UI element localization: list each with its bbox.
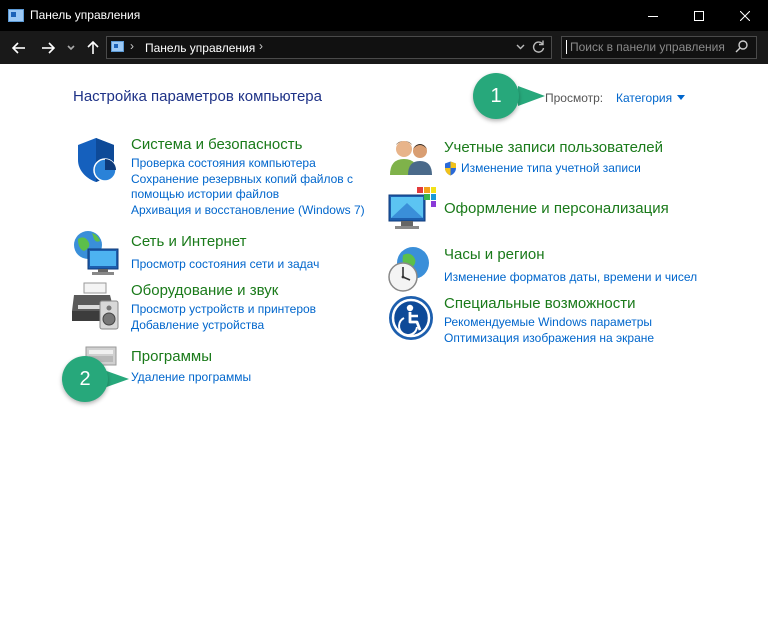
page-heading: Настройка параметров компьютера [73, 88, 322, 105]
category-title[interactable]: Сеть и Интернет [131, 233, 319, 250]
category-title[interactable]: Учетные записи пользователей [444, 139, 663, 156]
category-title[interactable]: Часы и регион [444, 246, 697, 263]
breadcrumb-control-panel[interactable]: Панель управления [145, 41, 255, 55]
category-link[interactable]: Изменение типа учетной записи [444, 161, 663, 177]
forward-arrow-icon [42, 41, 55, 54]
category-link[interactable]: Удаление программы [131, 370, 251, 386]
view-by-dropdown[interactable]: Категория [616, 91, 672, 105]
category-network-internet: Сеть и Интернет Просмотр состояния сети … [131, 233, 319, 273]
window-title: Панель управления [30, 8, 141, 22]
category-title[interactable]: Оборудование и звук [131, 282, 316, 299]
category-appearance-personalization: Оформление и персонализация [444, 200, 669, 217]
chevron-down-icon[interactable] [516, 44, 525, 50]
breadcrumb-separator-icon[interactable]: › [259, 39, 263, 53]
back-arrow-icon [12, 41, 25, 54]
category-link[interactable]: Рекомендуемые Windows параметры [444, 315, 654, 331]
category-link[interactable]: Оптимизация изображения на экране [444, 331, 654, 347]
refresh-icon[interactable] [532, 40, 545, 53]
category-link[interactable]: Сохранение резервных копий файлов с помо… [131, 172, 361, 203]
category-link[interactable]: Добавление устройства [131, 318, 316, 334]
dropdown-arrow-icon[interactable] [677, 95, 685, 100]
network-globe-icon [74, 231, 119, 275]
category-link[interactable]: Просмотр состояния сети и задач [131, 257, 319, 273]
minimize-button[interactable] [630, 0, 676, 31]
category-accessibility: Специальные возможности Рекомендуемые Wi… [444, 295, 654, 346]
breadcrumb-separator-icon[interactable]: › [130, 39, 134, 53]
maximize-button[interactable] [676, 0, 722, 31]
category-link[interactable]: Архивация и восстановление (Windows 7) [131, 203, 365, 219]
printer-speaker-icon [72, 282, 119, 330]
category-link[interactable]: Изменение форматов даты, времени и чисел [444, 270, 697, 286]
recent-locations-button[interactable] [64, 31, 78, 64]
control-panel-icon [8, 9, 24, 22]
category-system-security: Система и безопасность Проверка состояни… [131, 136, 365, 218]
address-bar[interactable]: › Панель управления › [106, 36, 552, 59]
forward-button[interactable] [37, 31, 59, 64]
navigation-bar: › Панель управления › [0, 31, 768, 64]
shield-icon [78, 138, 117, 182]
search-box[interactable] [561, 36, 757, 59]
up-button[interactable] [84, 31, 102, 64]
accessibility-icon [389, 296, 433, 340]
annotation-badge-2: 2 [62, 356, 108, 402]
close-icon [740, 10, 750, 21]
title-bar: Панель управления [0, 0, 768, 31]
category-hardware-sound: Оборудование и звук Просмотр устройств и… [131, 282, 316, 333]
close-button[interactable] [722, 0, 768, 31]
category-title[interactable]: Система и безопасность [131, 136, 365, 153]
maximize-icon [694, 10, 704, 21]
clock-globe-icon [388, 247, 429, 292]
users-icon [390, 141, 432, 175]
back-button[interactable] [8, 31, 30, 64]
search-icon[interactable] [735, 40, 748, 53]
chevron-down-icon [67, 44, 75, 50]
category-title[interactable]: Оформление и персонализация [444, 200, 669, 217]
view-by-label: Просмотр: [545, 91, 604, 105]
category-title[interactable]: Программы [131, 348, 251, 365]
minimize-icon [648, 15, 658, 17]
search-input[interactable] [562, 37, 730, 56]
monitor-palette-icon [388, 187, 436, 229]
category-title[interactable]: Специальные возможности [444, 295, 654, 312]
category-user-accounts: Учетные записи пользователей Изменение т… [444, 139, 663, 177]
category-link[interactable]: Просмотр устройств и принтеров [131, 302, 316, 318]
category-programs: Программы Удаление программы [131, 348, 251, 386]
annotation-badge-1: 1 [473, 73, 519, 119]
category-clock-region: Часы и регион Изменение форматов даты, в… [444, 246, 697, 286]
control-panel-icon [111, 41, 124, 52]
up-arrow-icon [87, 40, 99, 54]
category-link[interactable]: Проверка состояния компьютера [131, 156, 365, 172]
